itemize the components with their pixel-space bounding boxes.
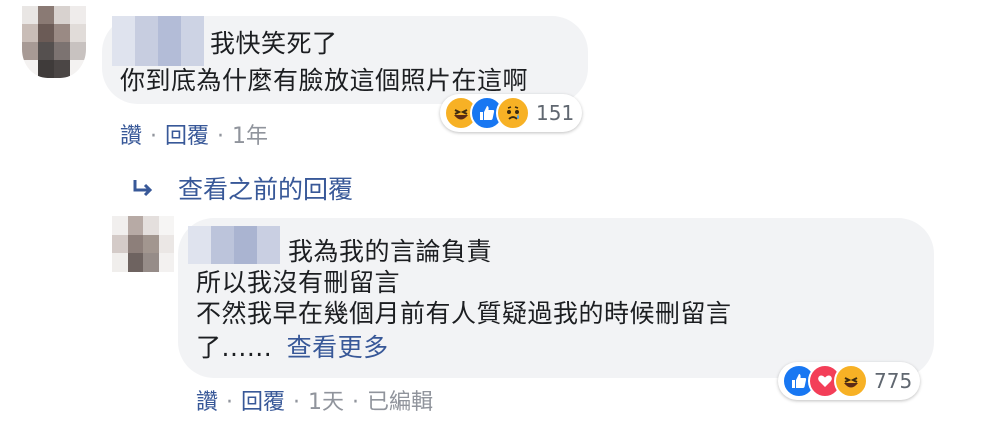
reply-text-line-1: 我為我的言論負責 (288, 237, 493, 266)
reaction-count: 151 (536, 101, 575, 125)
see-more-link[interactable]: 查看更多 (287, 333, 389, 362)
replier-name[interactable] (188, 226, 280, 264)
separator: · (226, 390, 234, 415)
reply-actions: 讚 · 回覆 · 1天 · 已編輯 (196, 384, 433, 416)
comment-text-line-2: 你到底為什麼有臉放這個照片在這啊 (120, 66, 529, 95)
avatar[interactable] (22, 6, 86, 78)
reaction-summary[interactable]: 775 (778, 362, 921, 400)
reply-link[interactable]: 回覆 (165, 124, 209, 149)
reply-link[interactable]: 回覆 (241, 390, 285, 415)
like-link[interactable]: 讚 (196, 390, 218, 415)
separator: · (150, 124, 158, 149)
timestamp[interactable]: 1天 (308, 390, 344, 415)
comment-text-line-1: 我快笑死了 (210, 29, 338, 58)
avatar[interactable] (112, 216, 174, 272)
reply-text-tail: 了...... (196, 333, 273, 362)
reaction-summary[interactable]: 151 (440, 94, 583, 132)
comment-actions: 讚 · 回覆 · 1年 (120, 118, 268, 150)
reply-text-line-2: 所以我沒有刪留言 (196, 268, 401, 297)
like-link[interactable]: 讚 (120, 124, 142, 149)
reply-arrow-icon (130, 175, 156, 201)
view-previous-label[interactable]: 查看之前的回覆 (178, 170, 353, 206)
separator: · (217, 124, 225, 149)
timestamp[interactable]: 1年 (232, 124, 268, 149)
sad-icon (496, 96, 530, 130)
view-previous-replies[interactable]: 查看之前的回覆 (130, 170, 353, 206)
reply-text-line-4: 了...... 查看更多 (196, 330, 389, 365)
haha-icon (834, 364, 868, 398)
edited-label[interactable]: 已編輯 (367, 390, 433, 415)
reply-text-line-3: 不然我早在幾個月前有人質疑過我的時候刪留言 (196, 299, 732, 328)
reaction-count: 775 (874, 369, 913, 393)
commenter-name[interactable] (112, 16, 204, 66)
separator: · (352, 390, 360, 415)
separator: · (293, 390, 301, 415)
